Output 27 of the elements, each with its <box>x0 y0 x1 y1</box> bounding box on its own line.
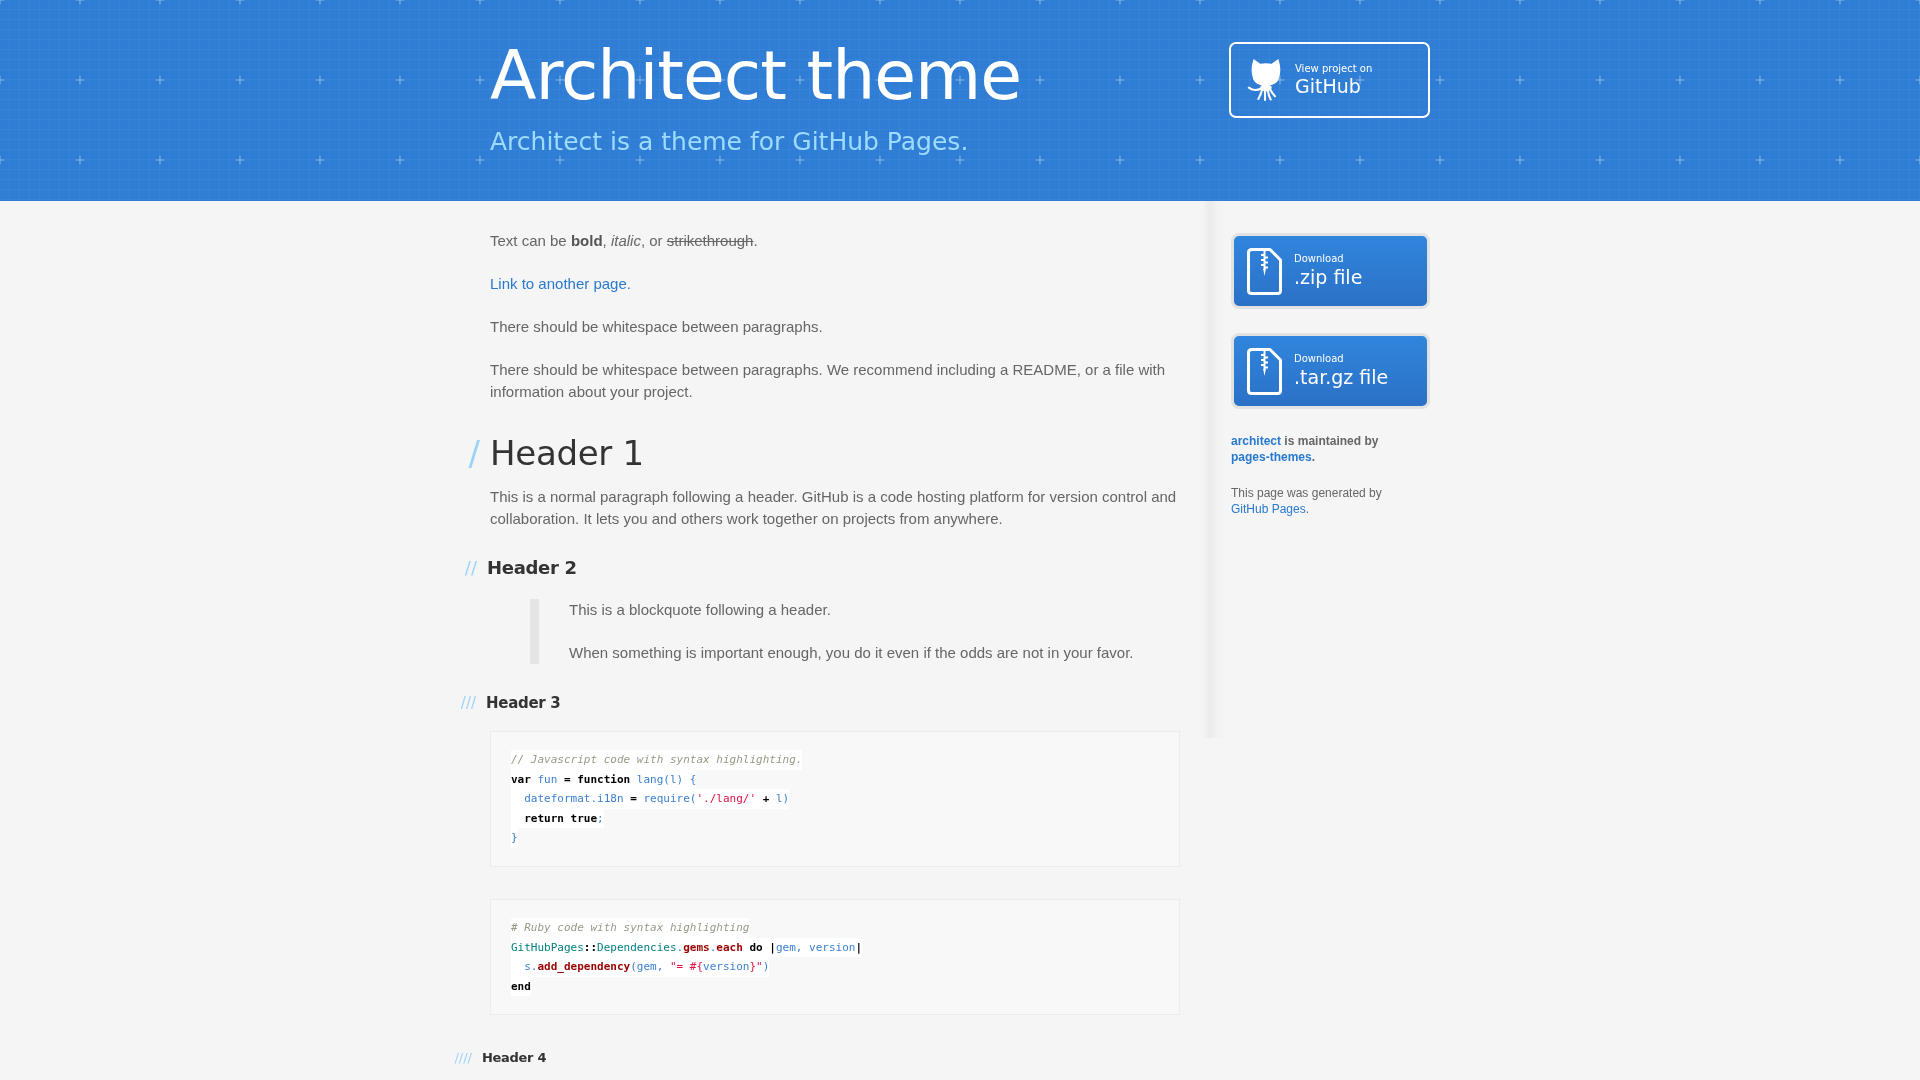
text-link[interactable]: architect <box>1231 434 1282 448</box>
zip-file-icon <box>1247 347 1282 395</box>
heading-marker: /// <box>460 693 476 714</box>
site-title: Architect theme <box>490 35 1022 114</box>
text-link[interactable]: GitHub Pages <box>1231 502 1306 516</box>
heading: Header 4 <box>482 1049 547 1068</box>
heading-marker: // <box>464 556 477 580</box>
download-button[interactable]: Download .tar.gz file <box>1231 333 1430 409</box>
heading: Header 1 <box>490 432 644 475</box>
heading: Header 3 <box>486 693 561 714</box>
heading: Header 2 <box>487 556 577 580</box>
site-tagline: Architect is a theme for GitHub Pages. <box>490 126 970 158</box>
zip-file-icon <box>1247 247 1282 295</box>
credit-text: architect is maintained by pages-themes. <box>1231 433 1380 465</box>
credit-text: This page was generated by GitHub Pages. <box>1231 485 1383 517</box>
paragraph: There should be whitespace between paragraphs. <box>490 317 824 337</box>
quote-text: This is a blockquote following a header. <box>569 600 832 620</box>
text-link[interactable]: Link to another page. <box>490 275 631 292</box>
paragraph: There should be whitespace between paragraphs. We recommend including a README, or a file with information about your project. <box>490 360 1167 402</box>
paragraph: This is a normal paragraph following a header. GitHub is a code hosting platform for version control and collaboration. It lets you and others work together on projects from anywhere. <box>490 487 1178 529</box>
download-button[interactable]: Download .zip file <box>1231 233 1430 309</box>
quote-text: When something is important enough, you do it even if the odds are not in your favor. <box>569 643 1135 663</box>
heading-marker: //// <box>454 1049 472 1068</box>
text-link[interactable]: pages-themes <box>1231 450 1312 464</box>
heading-marker: / <box>468 432 480 475</box>
paragraph: Text can be bold, italic, or strikethrough. <box>490 231 759 251</box>
github-button[interactable]: View project on GitHub <box>1229 42 1430 118</box>
